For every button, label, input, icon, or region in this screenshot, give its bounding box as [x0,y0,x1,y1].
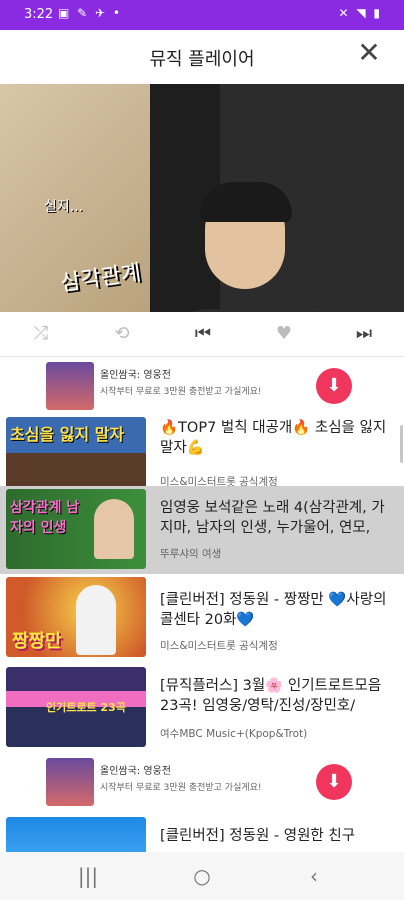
ad-subtitle: 시작부터 무료로 3만원 충전받고 가실게요! [100,387,262,397]
thumb-text: 초심을 잃지 말자 [10,425,125,444]
playlist-channel: 미스&미스터트롯 공식계정 [160,640,278,652]
thumb-text: 짱짱만 [12,631,62,652]
video-thumbnail: 인기트로트 23곡 [6,667,146,747]
page-title: 뮤직 플레이어 [149,49,255,70]
next-icon[interactable]: ⏭ [352,322,376,346]
playlist-title: 임영웅 보석같은 노래 4(삼각관계, 가지마, 남자의 인생, 누가울어, 연… [160,500,385,536]
status-time: 3:22 [24,7,54,22]
video-player[interactable]: 실지... 삼각관계 [0,84,404,312]
playlist-title: [클린버전] 정동원 - 영원한 친구 [160,828,356,844]
ad-thumbnail [46,362,94,410]
status-bar: 3:22 ▣ ✎ ✈ • ✕ ◥ ▮ [0,0,404,30]
recent-apps-icon[interactable]: ||| [74,864,102,888]
playlist-item[interactable]: 짱짱만 [클린버전] 정동원 - 짱짱만 💙사랑의 콜센타 20화💙 미스&미스… [0,574,404,660]
system-icons: ✕ ◥ ▮ [338,6,382,20]
heart-icon[interactable]: ♥ [272,322,296,346]
video-person-hair [200,182,292,222]
back-icon[interactable]: ‹ [300,864,328,888]
playlist-title: [뮤직플러스] 3월🌸 인기트로트모음 23곡! 임영웅/영탁/진성/장민호/ [160,678,382,714]
playlist-title: 🔥TOP7 벌칙 대공개🔥 초심을 잃지 말자💪 [160,420,387,456]
playlist-item[interactable]: 인기트로트 23곡 [뮤직플러스] 3월🌸 인기트로트모음 23곡! 임영웅/영… [0,664,404,750]
download-button[interactable]: ⬇ [316,764,352,800]
close-icon[interactable]: ✕ [356,39,382,67]
scrollbar[interactable] [400,425,403,463]
ad-title: 올인쌈국: 영웅전 [100,766,171,777]
previous-icon[interactable]: ⏮ [191,322,215,346]
video-thumbnail [6,817,146,852]
video-thumbnail: 짱짱만 [6,577,146,657]
playlist-channel: 여수MBC Music+(Kpop&Trot) [160,728,308,740]
download-button[interactable]: ⬇ [316,368,352,404]
system-nav-bar: ||| ○ ‹ [0,852,404,900]
ad-banner[interactable]: 올인쌈국: 영웅전 시작부터 무료로 3만원 충전받고 가실게요! ⬇ [0,754,404,810]
thumb-text: 인기트로트 23곡 [46,701,126,714]
player-controls: ⤮ ⟲ ⏮ ♥ ⏭ [0,312,404,357]
playlist-item[interactable]: [클린버전] 정동원 - 영원한 친구 [0,814,404,852]
home-icon[interactable]: ○ [188,864,216,888]
playlist-channel: 뚜루샤의 여생 [160,548,222,560]
playlist-title: [클린버전] 정동원 - 짱짱만 💙사랑의 콜센타 20화💙 [160,592,387,628]
playlist-item-selected[interactable]: 삼각관계 남자의 인생 임영웅 보석같은 노래 4(삼각관계, 가지마, 남자의… [0,486,404,574]
thumb-person [94,499,134,559]
shuffle-icon[interactable]: ⤮ [29,322,53,346]
ad-subtitle: 시작부터 무료로 3만원 충전받고 가실게요! [100,783,262,793]
video-caption-small: 실지... [44,199,84,215]
ad-title: 올인쌈국: 영웅전 [100,370,171,381]
video-thumbnail: 초심을 잃지 말자 [6,417,146,497]
ad-thumbnail [46,758,94,806]
ad-banner[interactable]: 올인쌈국: 영웅전 시작부터 무료로 3만원 충전받고 가실게요! ⬇ [0,358,404,414]
app-bar: 뮤직 플레이어 ✕ [0,30,404,84]
repeat-icon[interactable]: ⟲ [110,322,134,346]
thumb-person [76,585,116,655]
notification-icons: ▣ ✎ ✈ • [58,6,122,20]
video-thumbnail: 삼각관계 남자의 인생 [6,489,146,569]
thumb-text: 삼각관계 남자의 인생 [10,500,80,536]
